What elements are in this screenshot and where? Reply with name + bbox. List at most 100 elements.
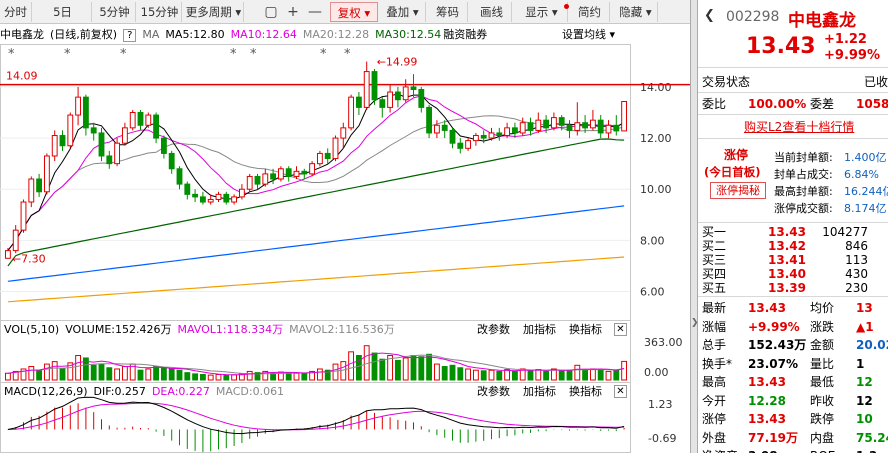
- bid-vol: 230: [845, 281, 868, 295]
- volume-bar: [90, 364, 97, 381]
- volume-bar: [379, 358, 386, 381]
- stat-l2: 涨跌: [810, 319, 835, 334]
- limit-up-reveal-button[interactable]: 涨停揭秘: [710, 182, 766, 199]
- stock-label: 中电鑫龙: [0, 28, 44, 41]
- candle-body: [332, 137, 339, 160]
- stat-l1: 最高: [702, 375, 727, 389]
- volume-bar: [511, 370, 518, 381]
- candle-body: [613, 124, 620, 132]
- weicha-label: 委差: [810, 97, 835, 111]
- candle-body: [371, 71, 378, 101]
- candle-body: [410, 86, 417, 90]
- candle-body: [59, 135, 66, 147]
- macd-tick-label: -0.69: [648, 432, 676, 445]
- macd-edit-button[interactable]: 改参数: [477, 383, 510, 401]
- price-pct: +9.99%: [824, 48, 880, 63]
- volume-bar: [231, 374, 238, 381]
- candle-body: [137, 112, 144, 126]
- vol-switch-button[interactable]: 换指标: [569, 321, 602, 339]
- panel-splitter[interactable]: ❯: [690, 0, 699, 453]
- volume-bar: [137, 369, 144, 381]
- vol-close-icon[interactable]: ✕: [614, 323, 627, 336]
- candle-body: [465, 140, 472, 149]
- stat-v2: 12: [856, 375, 873, 389]
- stat-v2: 1.3: [856, 447, 877, 453]
- zt-stat-value: 1.400亿: [844, 151, 887, 164]
- candle-body: [511, 127, 518, 134]
- volume-bar: [418, 356, 425, 381]
- chart-area[interactable]: 14.00 12.00 10.00 8.00 6.00 14.09 * * * * * * * ←14.9…: [0, 0, 690, 453]
- volume-bar: [394, 359, 401, 381]
- volume-bar: [449, 364, 456, 381]
- candle-body: [43, 155, 50, 193]
- candle-body: [324, 152, 331, 160]
- volume-bar: [402, 357, 409, 381]
- stat-l1: 最新: [702, 301, 727, 315]
- vol-add-button[interactable]: 加指标: [523, 321, 556, 339]
- ma20-label: MA20:12.28: [302, 28, 370, 41]
- macd-value: MACD:0.061: [215, 385, 285, 398]
- candle-body: [426, 106, 433, 134]
- prev-stock-icon[interactable]: ❮: [704, 8, 715, 23]
- candle-body: [114, 142, 121, 165]
- event-marker-icon: *: [120, 47, 127, 62]
- volume-bar: [207, 374, 214, 381]
- candle-body: [441, 124, 448, 131]
- collapse-arrow-icon[interactable]: ❯: [691, 318, 699, 332]
- volume-bar: [597, 369, 604, 381]
- candle-body: [355, 96, 362, 108]
- candle-body: [285, 168, 292, 177]
- volume-bar: [465, 368, 472, 381]
- volume-bar: [558, 370, 565, 381]
- volume-bar: [605, 370, 612, 381]
- y-tick-label: 8.00: [640, 234, 665, 247]
- stat-v1: 77.19万: [748, 430, 798, 445]
- event-marker-icon: *: [8, 47, 15, 62]
- volume-bar: [480, 370, 487, 381]
- stat-l1: 净资产: [702, 447, 738, 453]
- set-ma-button[interactable]: 设置均线 ▾: [562, 26, 615, 44]
- volume-bar: [168, 368, 175, 381]
- volume-bar: [59, 368, 66, 381]
- volume-bar: [176, 369, 183, 381]
- candle-body: [145, 114, 152, 126]
- volume-bar: [293, 372, 300, 381]
- help-icon[interactable]: ?: [123, 29, 137, 42]
- volume-bar: [28, 366, 35, 381]
- volume-bar: [371, 352, 378, 381]
- l2-link[interactable]: 购买L2查看十档行情: [744, 118, 854, 136]
- candle-body: [301, 170, 308, 175]
- vol-edit-button[interactable]: 改参数: [477, 321, 510, 339]
- candle-body: [106, 155, 113, 165]
- rz-label[interactable]: 融资融券: [443, 28, 487, 41]
- stat-l2: ROE: [810, 447, 835, 453]
- candle-body: [418, 88, 425, 108]
- candle-body: [519, 122, 526, 134]
- candle-body: [558, 117, 565, 126]
- candle-body: [582, 122, 589, 129]
- high-label: ←14.99: [377, 56, 418, 69]
- event-marker-icon: *: [64, 47, 71, 62]
- stock-name: 中电鑫龙: [788, 11, 856, 31]
- stat-v1: 152.43万: [748, 338, 807, 352]
- volume-bar: [527, 369, 534, 381]
- volume-bar: [582, 369, 589, 381]
- stat-v1: 13.43: [748, 375, 786, 389]
- candle-body: [184, 183, 191, 195]
- candle-body: [270, 173, 277, 180]
- candle-body: [223, 193, 230, 203]
- macd-close-icon[interactable]: ✕: [614, 385, 627, 398]
- volume-bar: [488, 369, 495, 381]
- candle-body: [129, 112, 136, 129]
- candle-body: [363, 71, 370, 108]
- macd-add-button[interactable]: 加指标: [523, 383, 556, 401]
- candle-body: [28, 178, 35, 203]
- volume-bar: [589, 368, 596, 381]
- volume-bar: [504, 369, 511, 381]
- candle-body: [277, 168, 284, 180]
- macd-switch-button[interactable]: 换指标: [569, 383, 602, 401]
- volume-bar: [215, 373, 222, 381]
- volume-bar: [410, 355, 417, 381]
- stat-l2: 均价: [810, 301, 835, 315]
- candle-body: [51, 135, 58, 157]
